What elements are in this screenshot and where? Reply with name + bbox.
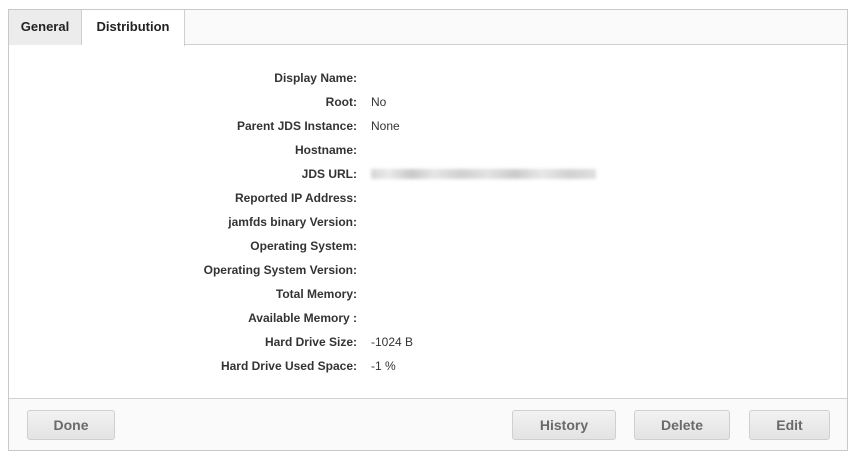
field-row-os-version: Operating System Version: — [9, 258, 847, 282]
field-label: Display Name: — [274, 71, 357, 85]
field-row-hard-drive-size: Hard Drive Size: -1024 B — [9, 330, 847, 354]
field-row-binary-version: jamfds binary Version: — [9, 210, 847, 234]
field-row-hard-drive-used: Hard Drive Used Space: -1 % — [9, 354, 847, 378]
field-value: -1 % — [371, 359, 396, 373]
field-value: -1024 B — [371, 335, 414, 349]
field-row-root: Root: No — [9, 90, 847, 114]
field-row-available-memory: Available Memory : — [9, 306, 847, 330]
history-button[interactable]: History — [512, 410, 616, 440]
field-label: Available Memory : — [248, 311, 357, 325]
field-row-hostname: Hostname: — [9, 138, 847, 162]
field-row-display-name: Display Name: — [9, 66, 847, 90]
field-label: Hard Drive Used Space: — [220, 359, 357, 373]
field-value: None — [371, 119, 400, 133]
tab-bar: General Distribution — [9, 10, 847, 46]
field-label: Total Memory: — [275, 287, 357, 301]
done-button[interactable]: Done — [27, 410, 115, 440]
field-label: Hostname: — [294, 143, 357, 157]
field-label: Parent JDS Instance: — [236, 119, 357, 133]
field-row-reported-ip: Reported IP Address: — [9, 186, 847, 210]
field-row-jds-url: JDS URL: — [9, 162, 847, 186]
field-row-total-memory: Total Memory: — [9, 282, 847, 306]
field-label: Operating System: — [250, 239, 357, 253]
general-fields: Display Name: Root: No Parent JDS Instan… — [9, 66, 847, 378]
field-label: Root: — [325, 95, 357, 109]
field-value: No — [371, 95, 387, 109]
tab-distribution[interactable]: Distribution — [82, 10, 185, 46]
field-label: JDS URL: — [301, 167, 357, 181]
field-label: jamfds binary Version: — [228, 215, 357, 229]
field-label: Operating System Version: — [203, 263, 357, 277]
button-bar: Done History Delete Edit — [9, 398, 847, 450]
jds-detail-panel: General Distribution Display Name: Root:… — [8, 9, 848, 451]
field-row-parent-jds-instance: Parent JDS Instance: None — [9, 114, 847, 138]
redacted-url-value — [371, 169, 596, 179]
field-label: Hard Drive Size: — [264, 335, 357, 349]
delete-button[interactable]: Delete — [634, 410, 730, 440]
field-label: Reported IP Address: — [234, 191, 357, 205]
edit-button[interactable]: Edit — [749, 410, 830, 440]
field-row-operating-system: Operating System: — [9, 234, 847, 258]
tab-general[interactable]: General — [9, 10, 82, 45]
